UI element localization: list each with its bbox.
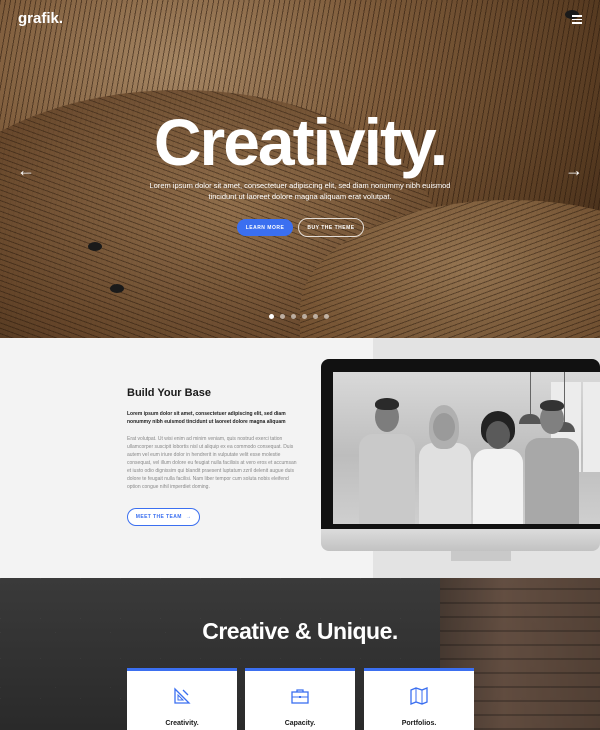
feature-card-creativity[interactable]: Creativity. xyxy=(127,668,237,730)
slider-dots xyxy=(269,314,329,319)
meet-team-label: MEET THE TEAM xyxy=(135,514,182,520)
slider-dot[interactable] xyxy=(324,314,329,319)
team-member xyxy=(523,396,581,524)
about-body-text: Erat volutpat. Ut wisi enim ad minim ven… xyxy=(127,436,297,490)
features-title: Creative & Unique. xyxy=(202,618,398,644)
features-section: Creative & Unique. Creativity. Capacity.… xyxy=(0,578,600,730)
slider-dot[interactable] xyxy=(280,314,285,319)
slider-dot[interactable] xyxy=(313,314,318,319)
team-member xyxy=(471,409,525,524)
feature-card-capacity[interactable]: Capacity. xyxy=(245,668,355,730)
feature-card-label: Portfolios. xyxy=(401,720,437,727)
team-member xyxy=(417,399,473,524)
hamburger-menu-icon[interactable] xyxy=(572,15,582,24)
monitor-mockup xyxy=(321,359,600,561)
learn-more-button[interactable]: LEARN MORE xyxy=(237,219,293,236)
about-section: Build Your Base Lorem ipsum dolor sit am… xyxy=(0,338,600,578)
site-logo[interactable]: grafik. xyxy=(18,10,63,27)
monitor-stand xyxy=(451,551,511,561)
photo-window xyxy=(583,382,600,472)
about-lead-text: Lorem ipsum dolor sit amet, consectetuer… xyxy=(127,411,286,425)
feature-card-label: Creativity. xyxy=(165,720,199,727)
ruler-pencil-icon xyxy=(174,687,191,704)
map-icon xyxy=(410,687,428,705)
briefcase-icon xyxy=(291,689,309,704)
about-title: Build Your Base xyxy=(127,387,211,399)
ceiling-light xyxy=(88,242,102,251)
meet-team-button[interactable]: MEET THE TEAM → xyxy=(127,508,200,526)
hero-subtitle: Lorem ipsum dolor sit amet, consectetuer… xyxy=(149,181,451,201)
ceiling-light xyxy=(110,284,124,293)
hero-slider: grafik. ← → Creativity. Lorem ipsum dolo… xyxy=(0,0,600,338)
slider-dot[interactable] xyxy=(269,314,274,319)
hero-title: Creativity. xyxy=(153,105,448,179)
arrow-right-icon: → xyxy=(185,514,192,520)
feature-card-label: Capacity. xyxy=(284,720,316,727)
team-photo xyxy=(333,372,600,524)
monitor-chin xyxy=(321,529,600,551)
buy-theme-button[interactable]: BUY THE THEME xyxy=(298,218,364,237)
slider-dot[interactable] xyxy=(291,314,296,319)
team-member xyxy=(357,394,417,524)
feature-card-portfolios[interactable]: Portfolios. xyxy=(364,668,474,730)
slider-dot[interactable] xyxy=(302,314,307,319)
